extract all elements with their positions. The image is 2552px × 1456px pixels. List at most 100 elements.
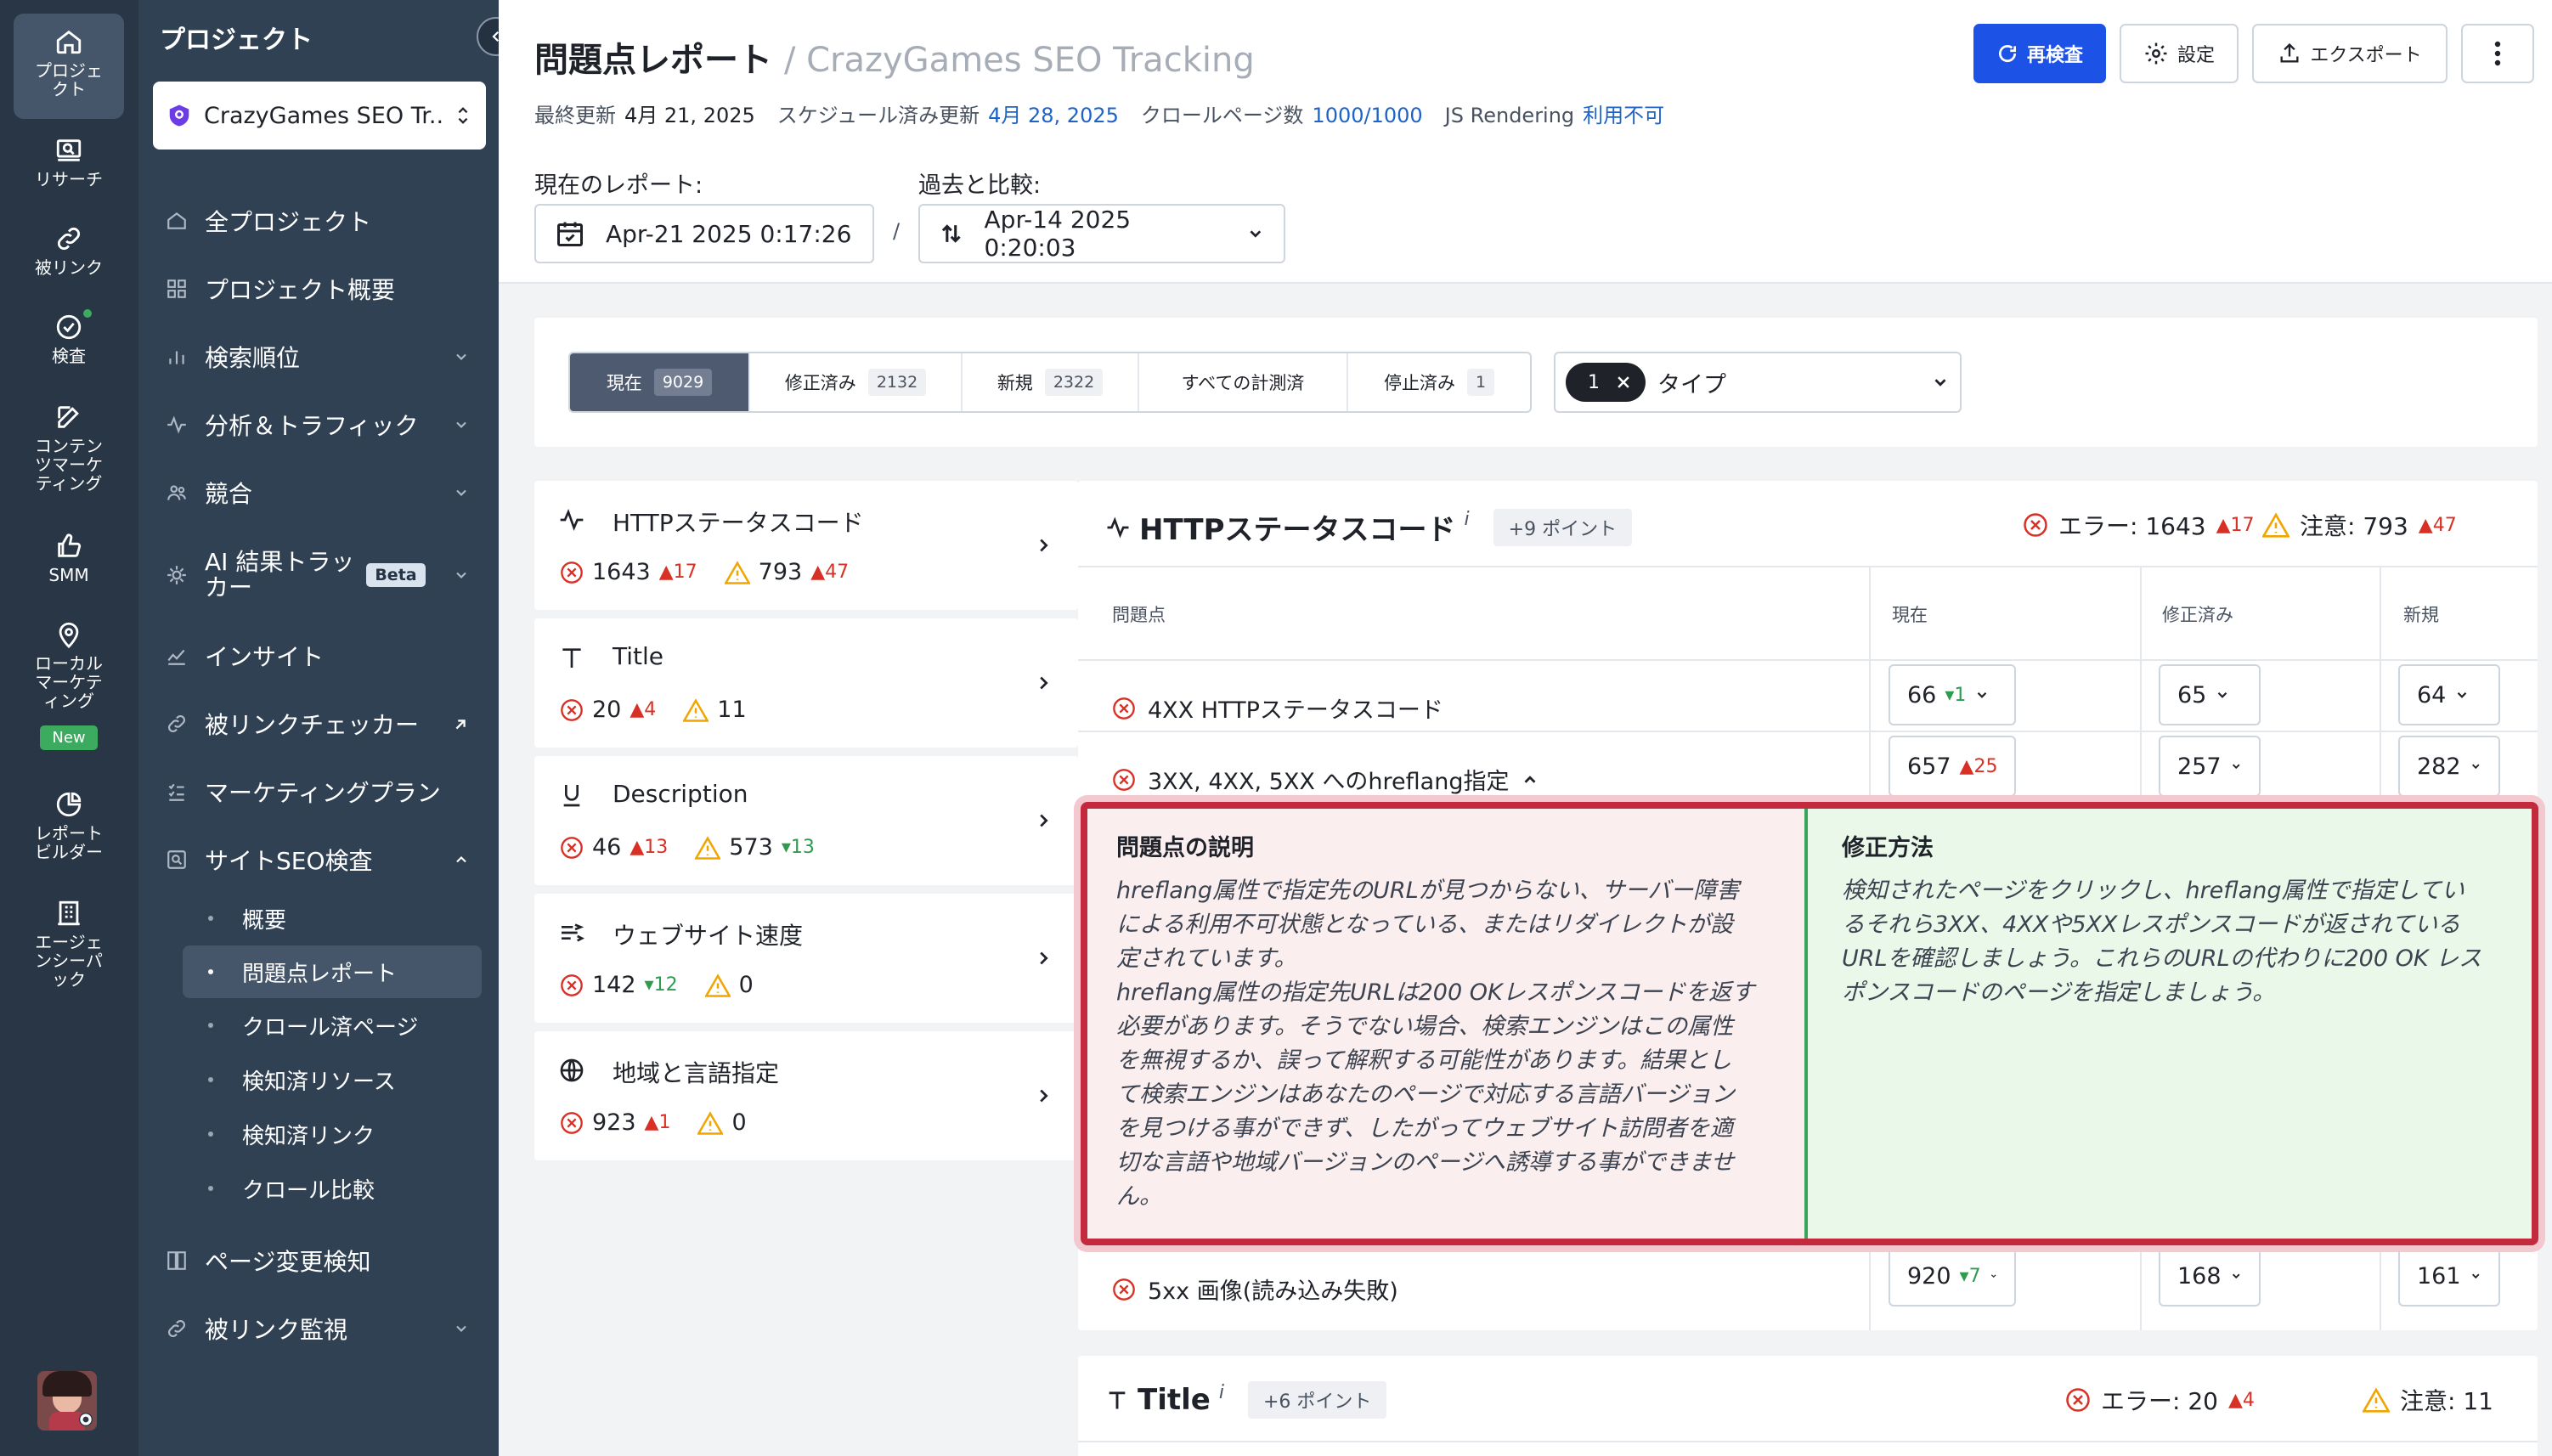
fixed-count-dropdown[interactable]: 168	[2159, 1245, 2261, 1306]
chevron-right-icon	[1040, 1089, 1048, 1103]
fixed-count-dropdown[interactable]: 65	[2159, 664, 2261, 725]
tab-new[interactable]: 新規 2322	[963, 353, 1139, 411]
subnav-label: 検知済リソース	[242, 1069, 396, 1095]
crawled-pages-value[interactable]: 1000/1000	[1312, 104, 1422, 127]
current-count-dropdown[interactable]: 920 ▾7	[1889, 1245, 2016, 1306]
avatar[interactable]	[37, 1371, 97, 1431]
points-badge: +6 ポイント	[1247, 1381, 1387, 1419]
rail-item-projects[interactable]: プロジェ クト	[14, 14, 124, 119]
new-count-dropdown[interactable]: 282	[2398, 736, 2500, 797]
nav-analytics-traffic[interactable]: 分析＆トラフィック	[164, 399, 487, 450]
panel-title-text: HTTPステータスコード	[1139, 513, 1456, 547]
tab-fixed[interactable]: 修正済み 2132	[750, 353, 963, 411]
more-options-button[interactable]	[2461, 24, 2534, 83]
divider	[1078, 731, 2538, 732]
nav-project-overview[interactable]: プロジェクト概要	[164, 263, 487, 314]
category-card[interactable]: ウェブサイト速度 142 ▾12 0	[534, 894, 1078, 1023]
col-header-fixed: 修正済み	[2162, 605, 2233, 625]
new-count-dropdown[interactable]: 161	[2398, 1245, 2500, 1306]
current-count-dropdown[interactable]: 657 ▲25	[1889, 736, 2016, 797]
tab-current[interactable]: 現在 9029	[570, 353, 750, 411]
nav-backlink-monitor[interactable]: 被リンク監視	[164, 1303, 487, 1354]
warning-triangle-icon	[2363, 1387, 2390, 1413]
date-separator: /	[893, 219, 901, 243]
text-t-icon	[1109, 1391, 1126, 1409]
issue-name[interactable]: 5xx 画像(読み込み失敗)	[1112, 1273, 1398, 1306]
breadcrumb[interactable]: / CrazyGames SEO Tracking	[784, 41, 1255, 80]
chevron-down-icon	[456, 489, 466, 496]
rail-item-local-marketing[interactable]: ローカル マーケテ ィング New	[14, 620, 124, 750]
category-card[interactable]: Description 46 ▲13 573 ▾13	[534, 756, 1078, 885]
col-header-new: 新規	[2403, 605, 2439, 625]
compare-date: Apr-14 2025 0:20:03	[984, 206, 1132, 262]
nav-marketing-plan[interactable]: マーケティングプラン	[164, 766, 487, 817]
divider	[1869, 1242, 1871, 1330]
nav-insights[interactable]: インサイト	[164, 630, 487, 681]
type-count: 1	[1588, 371, 1600, 393]
nav-backlink-checker[interactable]: 被リンクチェッカー	[164, 698, 487, 749]
type-label: タイプ	[1657, 371, 1726, 398]
error-circle-icon	[2066, 1388, 2090, 1412]
rail-item-audit[interactable]: 検査	[14, 309, 124, 365]
category-card[interactable]: Title 20 ▲4 11	[534, 618, 1078, 748]
nav-ai-tracker[interactable]: AI 結果トラッ カー Beta	[164, 544, 487, 607]
category-stats: 923 ▲1 0	[560, 1109, 755, 1136]
error-count: 46	[592, 834, 622, 861]
dropdown-value: 64	[2417, 681, 2447, 708]
rail-item-backlinks[interactable]: 被リンク	[14, 224, 124, 277]
export-button[interactable]: エクスポート	[2252, 24, 2448, 83]
rail-label: コンテン ツマーケ ティング	[35, 436, 103, 494]
issue-name[interactable]: 4XX HTTPステータスコード	[1112, 691, 1443, 725]
dropdown-value: 657	[1907, 753, 1951, 780]
recheck-button[interactable]: 再検査	[1973, 24, 2106, 83]
subnav-crawl-compare[interactable]: クロール比較	[183, 1162, 482, 1215]
pie-chart-icon	[56, 792, 82, 817]
chevron-right-icon	[1040, 814, 1048, 827]
nav-competitors[interactable]: 競合	[164, 467, 487, 518]
compare-label: 過去と比較:	[918, 172, 1042, 199]
info-icon[interactable]: i	[1219, 1382, 1224, 1403]
tab-stopped[interactable]: 停止済み 1	[1348, 353, 1530, 411]
nav-label: ページ変更検知	[205, 1248, 371, 1276]
new-count-dropdown[interactable]: 64	[2398, 664, 2500, 725]
warning-triangle-icon	[695, 835, 721, 860]
rail-item-smm[interactable]: SMM	[14, 532, 124, 584]
settings-button[interactable]: 設定	[2120, 24, 2239, 83]
close-icon[interactable]	[1615, 374, 1632, 391]
warning-count: 0	[738, 972, 754, 998]
subnav-links[interactable]: 検知済リンク	[183, 1108, 482, 1160]
category-card[interactable]: 地域と言語指定 923 ▲1 0	[534, 1031, 1078, 1160]
chevron-up-icon[interactable]	[1521, 770, 1539, 789]
chevron-down-icon	[2458, 691, 2467, 698]
scheduled-update-value[interactable]: 4月 28, 2025	[988, 104, 1119, 127]
tab-all-measured[interactable]: すべての計測済	[1139, 353, 1348, 411]
current-count-dropdown[interactable]: 66 ▾1	[1889, 664, 2016, 725]
category-card[interactable]: HTTPステータスコード 1643 ▲17 793 ▲47	[534, 481, 1078, 610]
compare-date-picker[interactable]: Apr-14 2025 0:20:03	[918, 204, 1285, 263]
subnav-resources[interactable]: 検知済リソース	[183, 1053, 482, 1106]
nav-page-change-monitor[interactable]: ページ変更検知	[164, 1235, 487, 1286]
rail-item-content-marketing[interactable]: コンテン ツマーケ ティング	[14, 403, 124, 493]
link-icon	[168, 1320, 185, 1337]
rail-item-report-builder[interactable]: レポート ビルダー	[14, 790, 124, 861]
subnav-overview[interactable]: 概要	[183, 892, 482, 945]
info-icon[interactable]: i	[1465, 509, 1470, 530]
subnav-crawled-pages[interactable]: クロール済ページ	[183, 999, 482, 1052]
tab-label: 現在	[606, 373, 642, 393]
rail-item-research[interactable]: リサーチ	[14, 136, 124, 189]
nav-site-audit[interactable]: サイトSEO検査	[164, 834, 487, 885]
fixed-count-dropdown[interactable]: 257	[2159, 736, 2261, 797]
project-selector[interactable]: CrazyGames SEO Tr...	[153, 82, 486, 150]
category-name: Title	[613, 642, 664, 670]
type-count-chip[interactable]: 1	[1566, 363, 1646, 402]
rail-item-agency-pack[interactable]: エージェ ンシーパ ック	[14, 899, 124, 989]
js-rendering-value[interactable]: 利用不可	[1583, 104, 1664, 127]
nav-all-projects[interactable]: 全プロジェクト	[164, 195, 487, 246]
subnav-issues-report[interactable]: 問題点レポート	[183, 945, 482, 998]
nav-rankings[interactable]: 検索順位	[164, 331, 487, 382]
current-report-date-picker[interactable]: Apr-21 2025 0:17:26	[534, 204, 874, 263]
error-delta: ▾12	[644, 974, 678, 996]
issue-label: 3XX, 4XX, 5XX へのhreflang指定	[1148, 769, 1510, 795]
issue-name[interactable]: 3XX, 4XX, 5XX へのhreflang指定	[1112, 763, 1539, 796]
type-filter-dropdown[interactable]: 1 タイプ	[1554, 352, 1962, 413]
